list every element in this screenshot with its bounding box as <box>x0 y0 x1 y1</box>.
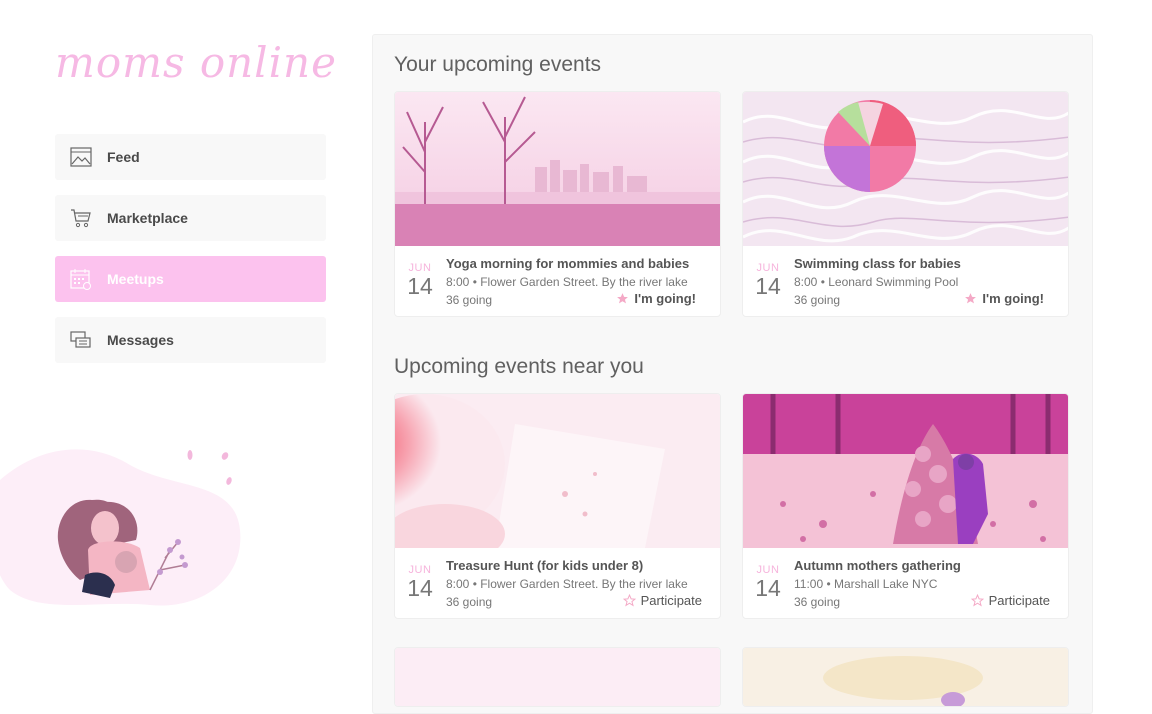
section-title: Upcoming events near you <box>394 355 644 378</box>
events-panel: Your upcoming events JUN 14 Yoga morning… <box>372 34 1093 714</box>
sidebar-nav: Feed Marketplace Meetups Messages <box>55 134 326 378</box>
event-title[interactable]: Treasure Hunt (for kids under 8) <box>446 558 643 573</box>
participate-button[interactable]: Participate <box>970 593 1050 608</box>
chat-icon <box>70 329 92 351</box>
event-attendees: 36 going <box>446 293 493 307</box>
event-card[interactable]: JUN 14 Treasure Hunt (for kids under 8) … <box>394 393 721 619</box>
event-date: JUN 14 <box>753 262 783 300</box>
event-card[interactable] <box>394 647 721 707</box>
event-title[interactable]: Yoga morning for mommies and babies <box>446 256 689 271</box>
sidebar-item-label: Marketplace <box>107 210 188 226</box>
event-day: 14 <box>407 273 433 299</box>
event-card[interactable]: JUN 14 Swimming class for babies 8:00 • … <box>742 91 1069 317</box>
sidebar-item-label: Meetups <box>107 271 164 287</box>
star-outline-icon <box>622 594 636 607</box>
event-location: 8:00 • Leonard Swimming Pool <box>794 275 959 289</box>
sidebar-item-label: Feed <box>107 149 140 165</box>
event-attendees: 36 going <box>794 595 841 609</box>
sidebar-item-meetups[interactable]: Meetups <box>55 256 326 302</box>
event-image <box>743 394 1068 548</box>
star-filled-icon <box>964 292 977 305</box>
event-attendees: 36 going <box>794 293 841 307</box>
sidebar-item-marketplace[interactable]: Marketplace <box>55 195 326 241</box>
app-logo[interactable]: moms online <box>55 38 336 98</box>
event-attendees: 36 going <box>446 595 493 609</box>
mother-illustration <box>0 449 241 606</box>
event-image <box>743 92 1068 246</box>
participate-label: Participate <box>640 593 702 608</box>
sidebar-item-label: Messages <box>107 332 174 348</box>
sidebar-item-feed[interactable]: Feed <box>55 134 326 180</box>
event-day: 14 <box>407 575 433 601</box>
participate-button[interactable]: Participate <box>622 593 702 608</box>
image-icon <box>70 146 92 168</box>
section-title: Your upcoming events <box>394 53 602 76</box>
rsvp-label: I'm going! <box>634 291 696 306</box>
event-date: JUN 14 <box>753 564 783 602</box>
event-image <box>395 92 720 246</box>
event-image <box>395 394 720 548</box>
event-date: JUN 14 <box>405 262 435 300</box>
sidebar-item-messages[interactable]: Messages <box>55 317 326 363</box>
rsvp-button[interactable]: I'm going! <box>616 291 696 306</box>
event-title[interactable]: Swimming class for babies <box>794 256 961 271</box>
rsvp-label: I'm going! <box>982 291 1044 306</box>
event-image <box>395 648 720 706</box>
cart-icon <box>70 207 92 229</box>
star-outline-icon <box>970 594 984 607</box>
event-card[interactable]: JUN 14 Yoga morning for mommies and babi… <box>394 91 721 317</box>
event-date: JUN 14 <box>405 564 435 602</box>
event-location: 8:00 • Flower Garden Street. By the rive… <box>446 577 688 591</box>
event-card[interactable]: JUN 14 Autumn mothers gathering 11:00 • … <box>742 393 1069 619</box>
event-location: 8:00 • Flower Garden Street. By the rive… <box>446 275 688 289</box>
event-day: 14 <box>755 273 781 299</box>
rsvp-button[interactable]: I'm going! <box>964 291 1044 306</box>
event-title[interactable]: Autumn mothers gathering <box>794 558 961 573</box>
event-day: 14 <box>755 575 781 601</box>
event-image <box>743 648 1068 706</box>
participate-label: Participate <box>988 593 1050 608</box>
calendar-icon <box>70 268 92 290</box>
star-filled-icon <box>616 292 629 305</box>
event-card[interactable] <box>742 647 1069 707</box>
event-location: 11:00 • Marshall Lake NYC <box>794 577 938 591</box>
